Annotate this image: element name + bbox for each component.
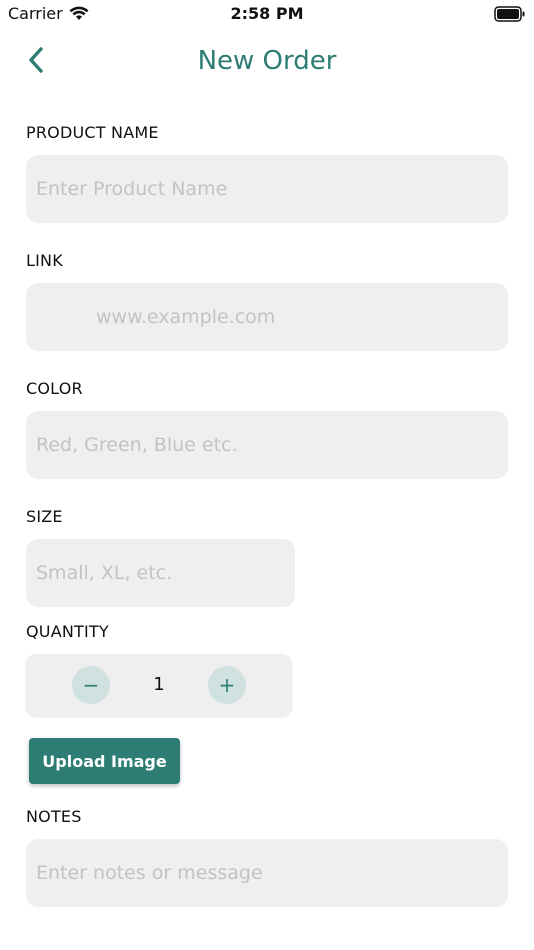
product-name-input[interactable] [26, 155, 508, 223]
quantity-stepper: − 1 + [26, 654, 292, 716]
status-time: 2:58 PM [230, 4, 304, 23]
page-title: New Order [197, 46, 337, 76]
navigation-bar: New Order [0, 40, 534, 84]
status-bar: Carrier 2:58 PM [0, 0, 534, 28]
link-label: LINK [26, 251, 63, 270]
plus-icon: + [218, 673, 236, 697]
color-input[interactable] [26, 411, 508, 479]
quantity-value: 1 [153, 674, 165, 695]
battery-icon [494, 6, 526, 26]
size-input[interactable] [26, 539, 295, 607]
color-label: COLOR [26, 379, 83, 398]
notes-input[interactable] [26, 839, 508, 907]
upload-image-button[interactable]: Upload Image [29, 738, 180, 784]
size-label: SIZE [26, 507, 63, 526]
notes-label: NOTES [26, 807, 82, 826]
link-input[interactable] [26, 283, 508, 351]
product-name-label: PRODUCT NAME [26, 123, 159, 142]
increment-button[interactable]: + [208, 666, 246, 704]
quantity-label: QUANTITY [26, 622, 109, 641]
